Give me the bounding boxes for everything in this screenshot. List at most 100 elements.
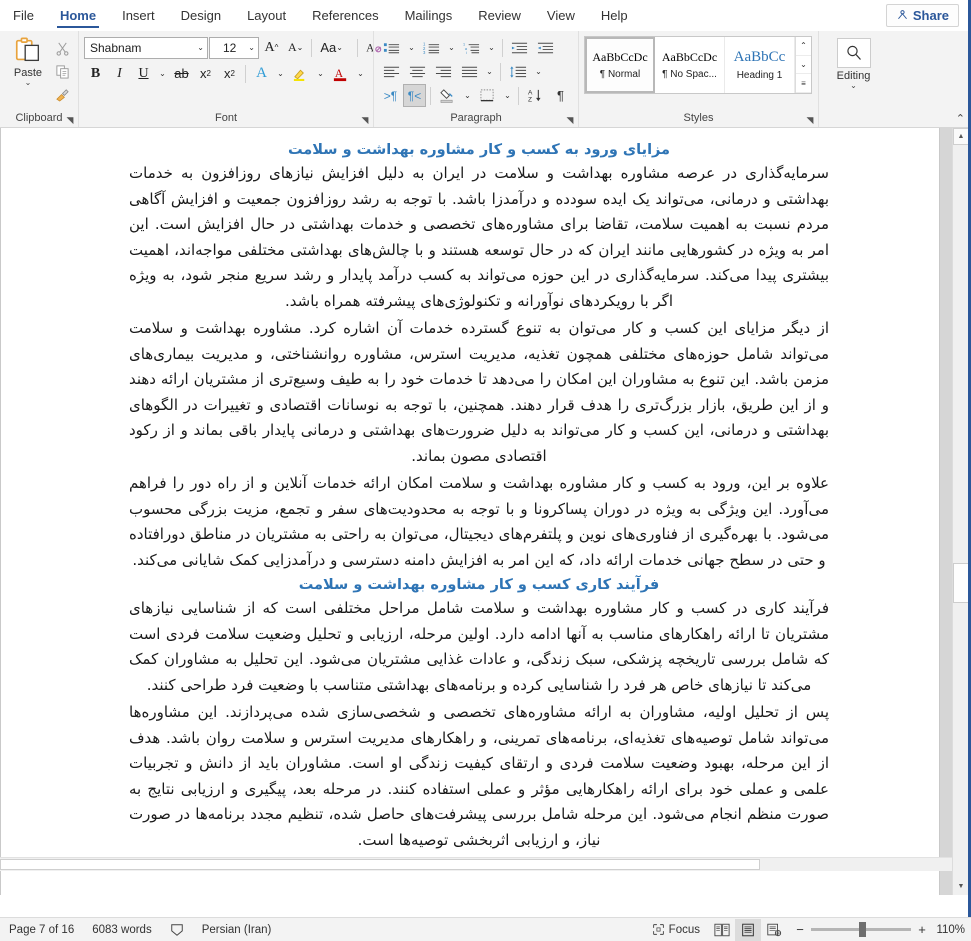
change-case-label: Aa <box>320 40 337 55</box>
language-status[interactable]: Persian (Iran) <box>193 924 281 936</box>
font-name-input[interactable]: Shabnam ⌄ <box>84 36 208 59</box>
shading-chevron-down-icon[interactable]: ⌄ <box>461 84 474 107</box>
bullets-button[interactable] <box>379 36 404 59</box>
font-color-chevron-down-icon[interactable]: ⌄ <box>354 62 367 85</box>
change-case-button[interactable]: Aa ⌄ <box>316 36 353 59</box>
scroll-down-arrow-icon[interactable]: ▼ <box>953 878 969 895</box>
focus-mode-button[interactable]: Focus <box>643 923 709 936</box>
bullets-chevron-down-icon[interactable]: ⌄ <box>405 36 418 59</box>
paste-chevron-down-icon[interactable]: ⌄ <box>25 79 32 87</box>
numbering-button[interactable]: 123 <box>419 36 444 59</box>
proofing-status[interactable] <box>161 923 193 937</box>
align-left-button[interactable] <box>379 60 404 83</box>
paragraph-dialog-launcher-icon[interactable]: ◥ <box>564 114 576 126</box>
zoom-control[interactable]: − + <box>787 922 935 937</box>
share-button[interactable]: Share <box>885 4 959 27</box>
style-gallery-more-icon[interactable]: ≡ <box>796 74 811 94</box>
style-item-heading-1[interactable]: AaBbCc Heading 1 <box>725 37 795 93</box>
tab-view[interactable]: View <box>534 0 588 31</box>
editing-button[interactable]: Editing ⌄ <box>832 34 876 90</box>
left-to-right-button[interactable]: >¶ <box>379 84 402 107</box>
show-formatting-marks-button[interactable]: ¶ <box>549 84 572 107</box>
font-color-button[interactable]: A <box>328 62 353 85</box>
paste-button[interactable]: Paste ⌄ <box>5 34 51 87</box>
numbering-chevron-down-icon[interactable]: ⌄ <box>445 36 458 59</box>
tab-review[interactable]: Review <box>465 0 534 31</box>
word-count-status[interactable]: 6083 words <box>83 924 160 936</box>
underline-chevron-down-icon[interactable]: ⌄ <box>156 62 169 85</box>
text-highlight-button[interactable] <box>288 62 313 85</box>
style-gallery-scrollbar[interactable]: ⌃ ⌄ ≡ <box>795 37 811 94</box>
font-size-input[interactable]: 12 ⌄ <box>209 36 259 59</box>
decrease-indent-button[interactable] <box>507 36 532 59</box>
multilevel-chevron-down-icon[interactable]: ⌄ <box>485 36 498 59</box>
align-center-button[interactable] <box>405 60 430 83</box>
shrink-font-button[interactable]: A ⌄ <box>284 36 307 59</box>
horizontal-scrollbar-thumb[interactable] <box>0 859 760 870</box>
grow-font-button[interactable]: A ^ <box>260 36 283 59</box>
subscript-button[interactable]: x2 <box>194 62 217 85</box>
tab-design[interactable]: Design <box>168 0 234 31</box>
highlight-chevron-down-icon[interactable]: ⌄ <box>314 62 327 85</box>
collapse-ribbon-button[interactable]: ⌃ <box>956 112 965 125</box>
web-layout-button[interactable] <box>761 919 787 941</box>
zoom-slider-thumb[interactable] <box>859 922 866 937</box>
ribbon-group-font: Shabnam ⌄ 12 ⌄ A ^ A ⌄ Aa ⌄ A B I U ⌄ ab… <box>78 31 382 127</box>
borders-button[interactable] <box>475 84 500 107</box>
borders-chevron-down-icon[interactable]: ⌄ <box>501 84 514 107</box>
justify-chevron-down-icon[interactable]: ⌄ <box>483 60 496 83</box>
ribbon-group-paragraph: ⌄ 123 ⌄ 1ai ⌄ ⌄ ⌄ >¶ ¶< ⌄ ⌄ A Z ¶ Paragr… <box>373 31 578 127</box>
zoom-in-button[interactable]: + <box>917 922 927 937</box>
multilevel-list-button[interactable]: 1ai <box>459 36 484 59</box>
page-number-status[interactable]: Page 7 of 16 <box>0 924 83 936</box>
right-to-left-button[interactable]: ¶< <box>403 84 426 107</box>
proofing-errors-icon <box>170 923 184 937</box>
editing-chevron-down-icon[interactable]: ⌄ <box>850 82 857 90</box>
vertical-scrollbar-thumb[interactable] <box>953 563 969 603</box>
font-name-chevron-down-icon[interactable]: ⌄ <box>193 43 204 52</box>
increase-indent-button[interactable] <box>533 36 558 59</box>
bold-button[interactable]: B <box>84 62 107 85</box>
tab-home[interactable]: Home <box>47 0 109 31</box>
print-layout-button[interactable] <box>735 918 761 941</box>
shading-button[interactable] <box>435 84 460 107</box>
justify-button[interactable] <box>457 60 482 83</box>
line-spacing-chevron-down-icon[interactable]: ⌄ <box>532 60 545 83</box>
clipboard-dialog-launcher-icon[interactable]: ◥ <box>64 114 76 126</box>
tab-layout[interactable]: Layout <box>234 0 299 31</box>
cut-button[interactable] <box>51 37 73 59</box>
format-painter-button[interactable] <box>51 83 73 105</box>
vertical-scrollbar[interactable]: ▲ ▼ <box>952 128 969 895</box>
document-body[interactable]: مزایای ورود به کسب و کار مشاوره بهداشت و… <box>1 128 939 853</box>
text-effects-chevron-down-icon[interactable]: ⌄ <box>274 62 287 85</box>
styles-dialog-launcher-icon[interactable]: ◥ <box>804 114 816 126</box>
document-page[interactable]: مزایای ورود به کسب و کار مشاوره بهداشت و… <box>0 128 940 895</box>
style-scroll-down-icon[interactable]: ⌄ <box>796 56 811 75</box>
read-mode-button[interactable] <box>709 919 735 941</box>
sort-button[interactable]: AZ <box>523 84 548 107</box>
tab-help[interactable]: Help <box>588 0 641 31</box>
superscript-button[interactable]: x2 <box>218 62 241 85</box>
tab-file[interactable]: File <box>0 0 47 31</box>
zoom-level-label[interactable]: 110% <box>935 924 971 936</box>
zoom-out-button[interactable]: − <box>795 922 805 937</box>
align-right-button[interactable] <box>431 60 456 83</box>
style-item-no-spacing[interactable]: AaBbCcDc ¶ No Spac... <box>655 37 725 93</box>
line-spacing-button[interactable] <box>505 60 531 83</box>
underline-button[interactable]: U <box>132 62 155 85</box>
doc-heading-1: مزایای ورود به کسب و کار مشاوره بهداشت و… <box>287 142 671 158</box>
copy-button[interactable] <box>51 60 73 82</box>
text-effects-button[interactable]: A <box>250 62 273 85</box>
style-scroll-up-icon[interactable]: ⌃ <box>796 37 811 56</box>
style-item-normal[interactable]: AaBbCcDc ¶ Normal <box>585 37 655 93</box>
horizontal-scrollbar[interactable] <box>0 857 952 871</box>
font-size-chevron-down-icon[interactable]: ⌄ <box>244 43 255 52</box>
tab-references[interactable]: References <box>299 0 391 31</box>
zoom-slider[interactable] <box>811 922 911 937</box>
font-dialog-launcher-icon[interactable]: ◥ <box>359 114 371 126</box>
italic-button[interactable]: I <box>108 62 131 85</box>
tab-mailings[interactable]: Mailings <box>392 0 466 31</box>
scroll-up-arrow-icon[interactable]: ▲ <box>953 128 969 145</box>
tab-insert[interactable]: Insert <box>109 0 168 31</box>
strikethrough-button[interactable]: ab <box>170 62 193 85</box>
